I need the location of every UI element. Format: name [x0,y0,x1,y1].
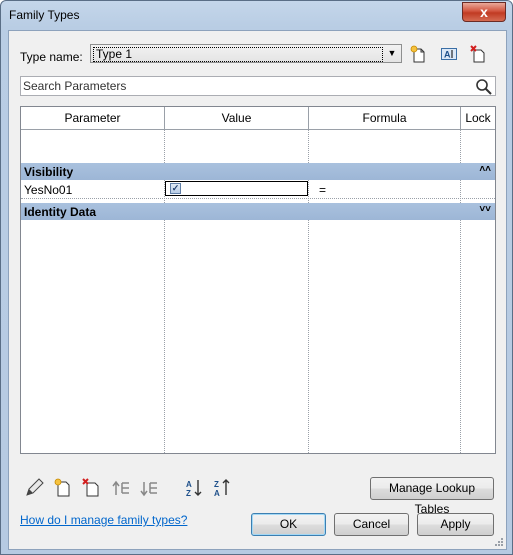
type-name-label: Type name: [20,50,83,64]
rename-type-icon[interactable]: A [438,43,460,65]
move-down-icon[interactable] [139,477,161,499]
column-header-value[interactable]: Value [165,107,309,129]
group-header-visibility[interactable]: Visibility ˄˄ [21,163,495,180]
svg-text:A: A [214,489,220,498]
family-types-dialog: Family Types x Type name: Type 1 ▼ A Sea… [0,0,513,555]
manage-lookup-tables-button[interactable]: Manage Lookup Tables [370,477,494,516]
sort-descending-icon[interactable]: Z A [211,477,233,499]
close-button[interactable]: x [462,2,506,22]
formula-cell[interactable]: = [319,183,326,197]
row-divider [21,198,495,199]
group-label: Identity Data [24,205,97,219]
group-label: Visibility [24,165,74,179]
ok-button[interactable]: OK [251,513,326,536]
table-row: YesNo01 ✓ = [21,180,495,199]
help-link[interactable]: How do I manage family types? [20,513,187,527]
svg-text:Z: Z [186,489,191,498]
value-cell-editor[interactable]: ✓ [165,181,308,196]
parameter-name[interactable]: YesNo01 [24,183,72,197]
move-up-icon[interactable] [111,477,133,499]
resize-grip-icon[interactable] [494,537,504,547]
delete-type-icon[interactable] [468,43,490,65]
search-input[interactable] [23,79,463,93]
expand-down-icon[interactable]: ˅˅ [479,204,491,215]
parameters-table: Parameter Value Formula Lock Visibility … [20,106,496,454]
svg-text:A: A [186,480,192,489]
type-name-value: Type 1 [93,47,383,62]
sort-ascending-icon[interactable]: A Z [183,477,205,499]
new-parameter-icon[interactable] [52,477,74,499]
cancel-button[interactable]: Cancel [334,513,409,536]
new-type-icon[interactable] [408,43,430,65]
column-header-lock[interactable]: Lock [461,107,495,129]
column-header-formula[interactable]: Formula [309,107,461,129]
search-parameters-field[interactable] [20,76,496,96]
edit-parameter-icon[interactable] [23,477,45,499]
title-bar: Family Types x [1,1,512,29]
delete-parameter-icon[interactable] [81,477,103,499]
collapse-up-icon[interactable]: ˄˄ [479,164,491,175]
group-header-identity-data[interactable]: Identity Data ˅˅ [21,203,495,220]
column-header-parameter[interactable]: Parameter [21,107,165,129]
svg-text:A: A [444,50,451,60]
apply-button[interactable]: Apply [417,513,494,536]
window-title: Family Types [9,8,80,22]
yes-no-checkbox[interactable]: ✓ [170,183,181,194]
table-header: Parameter Value Formula Lock [21,107,495,130]
dropdown-arrow-icon[interactable]: ▼ [384,46,400,61]
type-name-dropdown[interactable]: Type 1 ▼ [90,44,402,63]
dialog-body: Type name: Type 1 ▼ A Search Parameters … [8,30,507,550]
svg-text:Z: Z [214,480,219,489]
search-icon[interactable] [475,78,493,95]
